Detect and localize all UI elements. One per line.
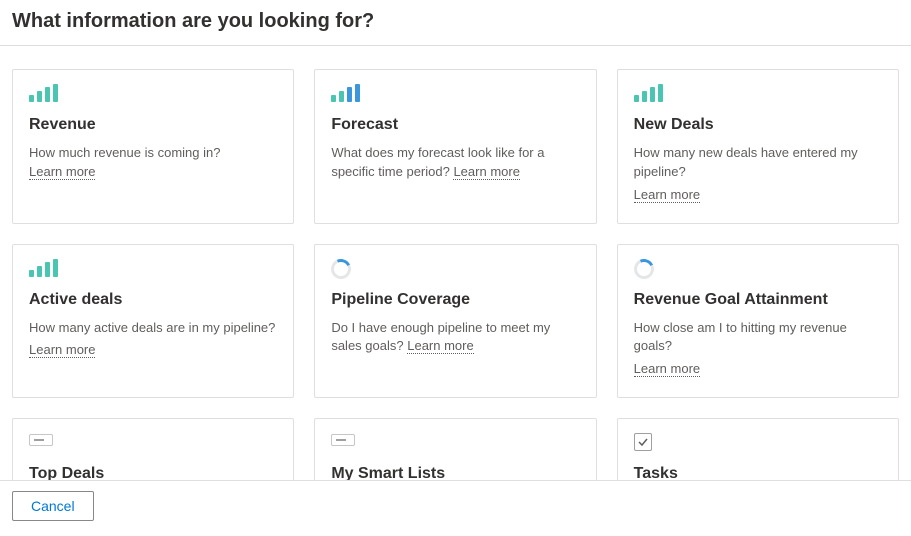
card-description-text: How many active deals are in my pipeline… (29, 320, 275, 335)
card-description-text: How much revenue is coming in? (29, 145, 220, 160)
card-icon-slot (29, 84, 277, 106)
card-title: My Smart Lists (331, 465, 579, 480)
card-description-text: How many new deals have entered my pipel… (634, 145, 858, 179)
card-active-deals[interactable]: Active deals How many active deals are in… (12, 244, 294, 399)
card-title: Revenue Goal Attainment (634, 291, 882, 309)
card-new-deals[interactable]: New Deals How many new deals have entered… (617, 69, 899, 224)
card-title: New Deals (634, 116, 882, 134)
card-icon-slot (634, 84, 882, 106)
card-title: Pipeline Coverage (331, 291, 579, 309)
card-grid: Revenue How much revenue is coming in? Le… (0, 55, 911, 480)
card-title: Revenue (29, 116, 277, 134)
learn-more-link[interactable]: Learn more (634, 187, 700, 203)
learn-more-link[interactable]: Learn more (29, 164, 95, 180)
bar-chart-icon (634, 84, 663, 102)
learn-more-row: Learn more (634, 186, 882, 205)
card-title: Forecast (331, 116, 579, 134)
card-icon-slot (331, 433, 579, 455)
bar-chart-icon (29, 84, 58, 102)
card-revenue-goal-attainment[interactable]: Revenue Goal Attainment How close am I to… (617, 244, 899, 399)
card-tasks[interactable]: TasksWhat tasks do I need to complete? (617, 418, 899, 480)
cancel-button[interactable]: Cancel (12, 491, 94, 521)
card-description: How many new deals have entered my pipel… (634, 144, 882, 182)
card-scroll-area[interactable]: Revenue How much revenue is coming in? Le… (0, 55, 911, 480)
card-icon-slot (331, 84, 579, 106)
card-top-deals[interactable]: Top DealsWhat's the latest activity on m… (12, 418, 294, 480)
checkbox-icon (634, 433, 652, 451)
card-revenue[interactable]: Revenue How much revenue is coming in? Le… (12, 69, 294, 224)
learn-more-row: Learn more (29, 341, 277, 360)
bar-chart-icon (331, 84, 360, 102)
card-description: How close am I to hitting my revenue goa… (634, 319, 882, 357)
card-description: How many active deals are in my pipeline… (29, 319, 277, 338)
card-icon-slot (331, 259, 579, 281)
card-description: What does my forecast look like for a sp… (331, 144, 579, 182)
learn-more-row: Learn more (634, 360, 882, 379)
card-title: Active deals (29, 291, 277, 309)
progress-arc-icon (631, 256, 657, 282)
dialog-header: What information are you looking for? (0, 0, 911, 45)
card-forecast[interactable]: Forecast What does my forecast look like … (314, 69, 596, 224)
card-icon-slot (29, 433, 277, 455)
card-title: Top Deals (29, 465, 277, 480)
list-card-icon (331, 434, 355, 446)
learn-more-link[interactable]: Learn more (29, 342, 95, 358)
learn-more-link[interactable]: Learn more (453, 164, 519, 180)
header-divider (0, 45, 911, 46)
card-icon-slot (634, 259, 882, 281)
card-description: How much revenue is coming in? Learn mor… (29, 144, 277, 182)
card-my-smart-lists[interactable]: My Smart ListsWhat's the latest activity… (314, 418, 596, 480)
learn-more-link[interactable]: Learn more (407, 338, 473, 354)
list-card-icon (29, 434, 53, 446)
learn-more-link[interactable]: Learn more (634, 361, 700, 377)
card-icon-slot (29, 259, 277, 281)
bar-chart-icon (29, 259, 58, 277)
page-title: What information are you looking for? (12, 10, 899, 33)
card-pipeline-coverage[interactable]: Pipeline Coverage Do I have enough pipeli… (314, 244, 596, 399)
card-description-text: How close am I to hitting my revenue goa… (634, 320, 847, 354)
card-icon-slot (634, 433, 882, 455)
progress-arc-icon (329, 256, 355, 282)
card-description: Do I have enough pipeline to meet my sal… (331, 319, 579, 357)
card-title: Tasks (634, 465, 882, 480)
dialog-footer: Cancel (0, 480, 911, 536)
